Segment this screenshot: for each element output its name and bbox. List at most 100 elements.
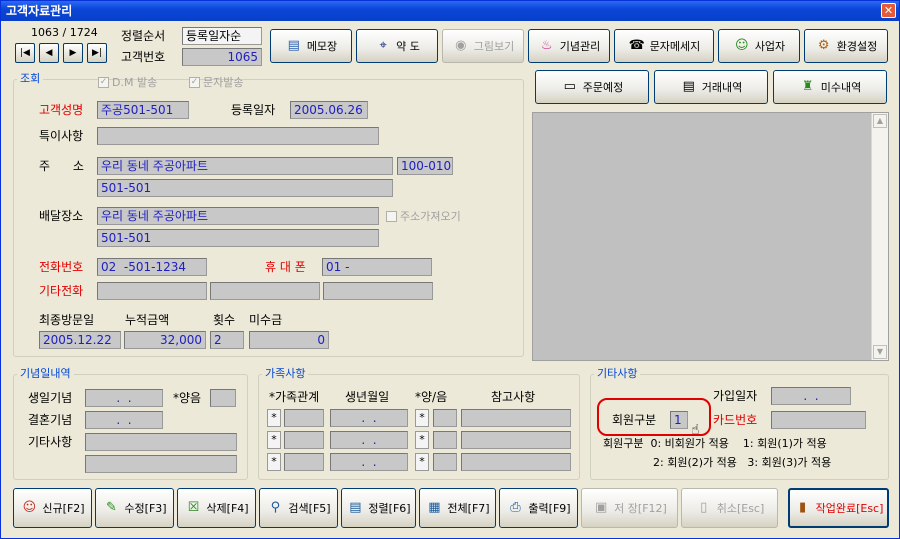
dm-send-checkbox[interactable]: ✓ D.M 발송: [98, 74, 157, 90]
birthday-label: 생일기념: [28, 391, 73, 405]
total-amount-field[interactable]: 32,000: [124, 331, 206, 349]
cancel-button[interactable]: ▯ 취소[Esc]: [681, 488, 778, 528]
family-row-2-relation[interactable]: [284, 431, 324, 449]
business-button[interactable]: ☺ 사업자: [718, 29, 800, 63]
person-icon: ☺: [735, 38, 749, 53]
prev-record-button[interactable]: ◀: [39, 43, 59, 63]
picture-area: [532, 112, 889, 361]
family-row-2-marker: *: [267, 431, 281, 449]
order-plan-button[interactable]: ▭ 주문예정: [535, 70, 649, 104]
sort-select[interactable]: 등록일자순: [182, 27, 262, 45]
last-record-button[interactable]: ▶|: [87, 43, 107, 63]
search-button[interactable]: ⚲ 검색[F5]: [259, 488, 338, 528]
picture-scrollbar[interactable]: ▲ ▼: [871, 113, 888, 360]
etc-title: 기타사항: [594, 367, 641, 381]
family-row-1-relation[interactable]: [284, 409, 324, 427]
new-icon: ☺: [22, 500, 37, 515]
family-row-2-lunar[interactable]: [433, 431, 457, 449]
next-record-button[interactable]: ▶: [63, 43, 83, 63]
visit-count-field[interactable]: 2: [210, 331, 244, 349]
unpaid-label: 미수금: [249, 313, 283, 327]
delete-icon: ☒: [187, 500, 200, 515]
birthday-lunar-field[interactable]: [210, 389, 236, 407]
name-field[interactable]: 주공501-501: [97, 101, 189, 119]
family-row-2-birth[interactable]: . .: [330, 431, 408, 449]
family-row-1-lunar-marker: *: [415, 409, 429, 427]
unpaid-field[interactable]: 0: [249, 331, 329, 349]
address-label: 주 소: [39, 159, 84, 173]
scroll-down-icon[interactable]: ▼: [873, 345, 887, 359]
family-row-2-lunar-marker: *: [415, 431, 429, 449]
sort-icon: ▤: [349, 500, 362, 515]
close-button[interactable]: ✕: [881, 3, 896, 18]
anniversary-other-field-2[interactable]: [85, 455, 237, 473]
edit-icon: ✎: [105, 500, 117, 515]
picture-view-button[interactable]: ◉ 그림보기: [442, 29, 524, 63]
family-row-3-note[interactable]: [461, 453, 571, 471]
family-row-2-note[interactable]: [461, 431, 571, 449]
check-icon: ✓: [189, 76, 200, 88]
note-field[interactable]: [97, 127, 379, 145]
sort-button[interactable]: ▤ 정렬[F6]: [341, 488, 416, 528]
save-button[interactable]: ▣ 저 장[F12]: [581, 488, 678, 528]
scroll-up-icon[interactable]: ▲: [873, 114, 887, 128]
delete-button[interactable]: ☒ 삭제[F4]: [177, 488, 256, 528]
save-icon: ▣: [595, 500, 608, 515]
family-row-3-lunar-marker: *: [415, 453, 429, 471]
delivery-line2-field[interactable]: 501-501: [97, 229, 379, 247]
window-title: 고객자료관리: [6, 4, 73, 18]
phone-icon: ☎: [628, 38, 645, 53]
family-row-1-birth[interactable]: . .: [330, 409, 408, 427]
customer-number-label: 고객번호: [121, 50, 166, 64]
mobile-field[interactable]: 01 -: [322, 258, 432, 276]
lookup-title: 조회: [17, 72, 44, 86]
family-row-3-birth[interactable]: . .: [330, 453, 408, 471]
family-lunar-header: *양/음: [415, 390, 448, 404]
reg-date-field[interactable]: 2005.06.26: [290, 101, 368, 119]
family-row-1-lunar[interactable]: [433, 409, 457, 427]
family-row-3-relation[interactable]: [284, 453, 324, 471]
map-button[interactable]: ⌖ 약 도: [356, 29, 438, 63]
finish-button[interactable]: ▮ 작업완료[Esc]: [788, 488, 889, 528]
delivery-line1-field[interactable]: 우리 동네 주공아파트: [97, 207, 379, 225]
card-number-field[interactable]: [771, 411, 866, 429]
show-all-button[interactable]: ▦ 전체[F7]: [419, 488, 496, 528]
search-icon: ⚲: [270, 500, 281, 515]
address-line2-field[interactable]: 501-501: [97, 179, 393, 197]
sms-button[interactable]: ☎ 문자메세지: [614, 29, 714, 63]
copy-address-checkbox[interactable]: 주소가져오기: [386, 208, 461, 224]
print-icon: ⎙: [510, 500, 521, 515]
member-legend-line1: 회원구분 0: 비회원가 적용 1: 회원(1)가 적용: [603, 437, 827, 450]
postal-code-field[interactable]: 100-010: [397, 157, 453, 175]
birthday-field[interactable]: . .: [85, 389, 163, 407]
address-line1-field[interactable]: 우리 동네 주공아파트: [97, 157, 393, 175]
last-visit-field[interactable]: 2005.12.22: [39, 331, 121, 349]
anniversary-manage-button[interactable]: ♨ 기념관리: [528, 29, 610, 63]
family-note-header: 참고사항: [491, 390, 536, 404]
family-row-1-note[interactable]: [461, 409, 571, 427]
other-phone-field-1[interactable]: [97, 282, 207, 300]
name-label: 고객성명: [39, 103, 84, 117]
customer-number-field[interactable]: 1065: [182, 48, 262, 66]
visit-count-label: 횟수: [213, 313, 236, 327]
join-date-field[interactable]: . .: [771, 387, 851, 405]
settings-button[interactable]: ⚙ 환경설정: [804, 29, 888, 63]
check-icon: ✓: [98, 76, 109, 88]
other-phone-field-2[interactable]: [210, 282, 320, 300]
notepad-button[interactable]: ▤ 메모장: [270, 29, 352, 63]
edit-button[interactable]: ✎ 수정[F3]: [95, 488, 174, 528]
receivables-button[interactable]: ♜ 미수내역: [773, 70, 887, 104]
print-button[interactable]: ⎙ 출력[F9]: [499, 488, 578, 528]
other-phone-field-3[interactable]: [323, 282, 433, 300]
new-button[interactable]: ☺ 신규[F2]: [13, 488, 92, 528]
join-date-label: 가입일자: [713, 389, 758, 403]
phone-field[interactable]: 02 -501-1234: [97, 258, 207, 276]
card-number-label: 카드번호: [713, 413, 758, 427]
first-record-button[interactable]: |◀: [15, 43, 35, 63]
transaction-history-button[interactable]: ▤ 거래내역: [654, 70, 768, 104]
sms-send-checkbox[interactable]: ✓ 문자발송: [189, 74, 243, 90]
other-phone-label: 기타전화: [39, 284, 84, 298]
wedding-field[interactable]: . .: [85, 411, 163, 429]
family-row-3-lunar[interactable]: [433, 453, 457, 471]
anniversary-other-field-1[interactable]: [85, 433, 237, 451]
